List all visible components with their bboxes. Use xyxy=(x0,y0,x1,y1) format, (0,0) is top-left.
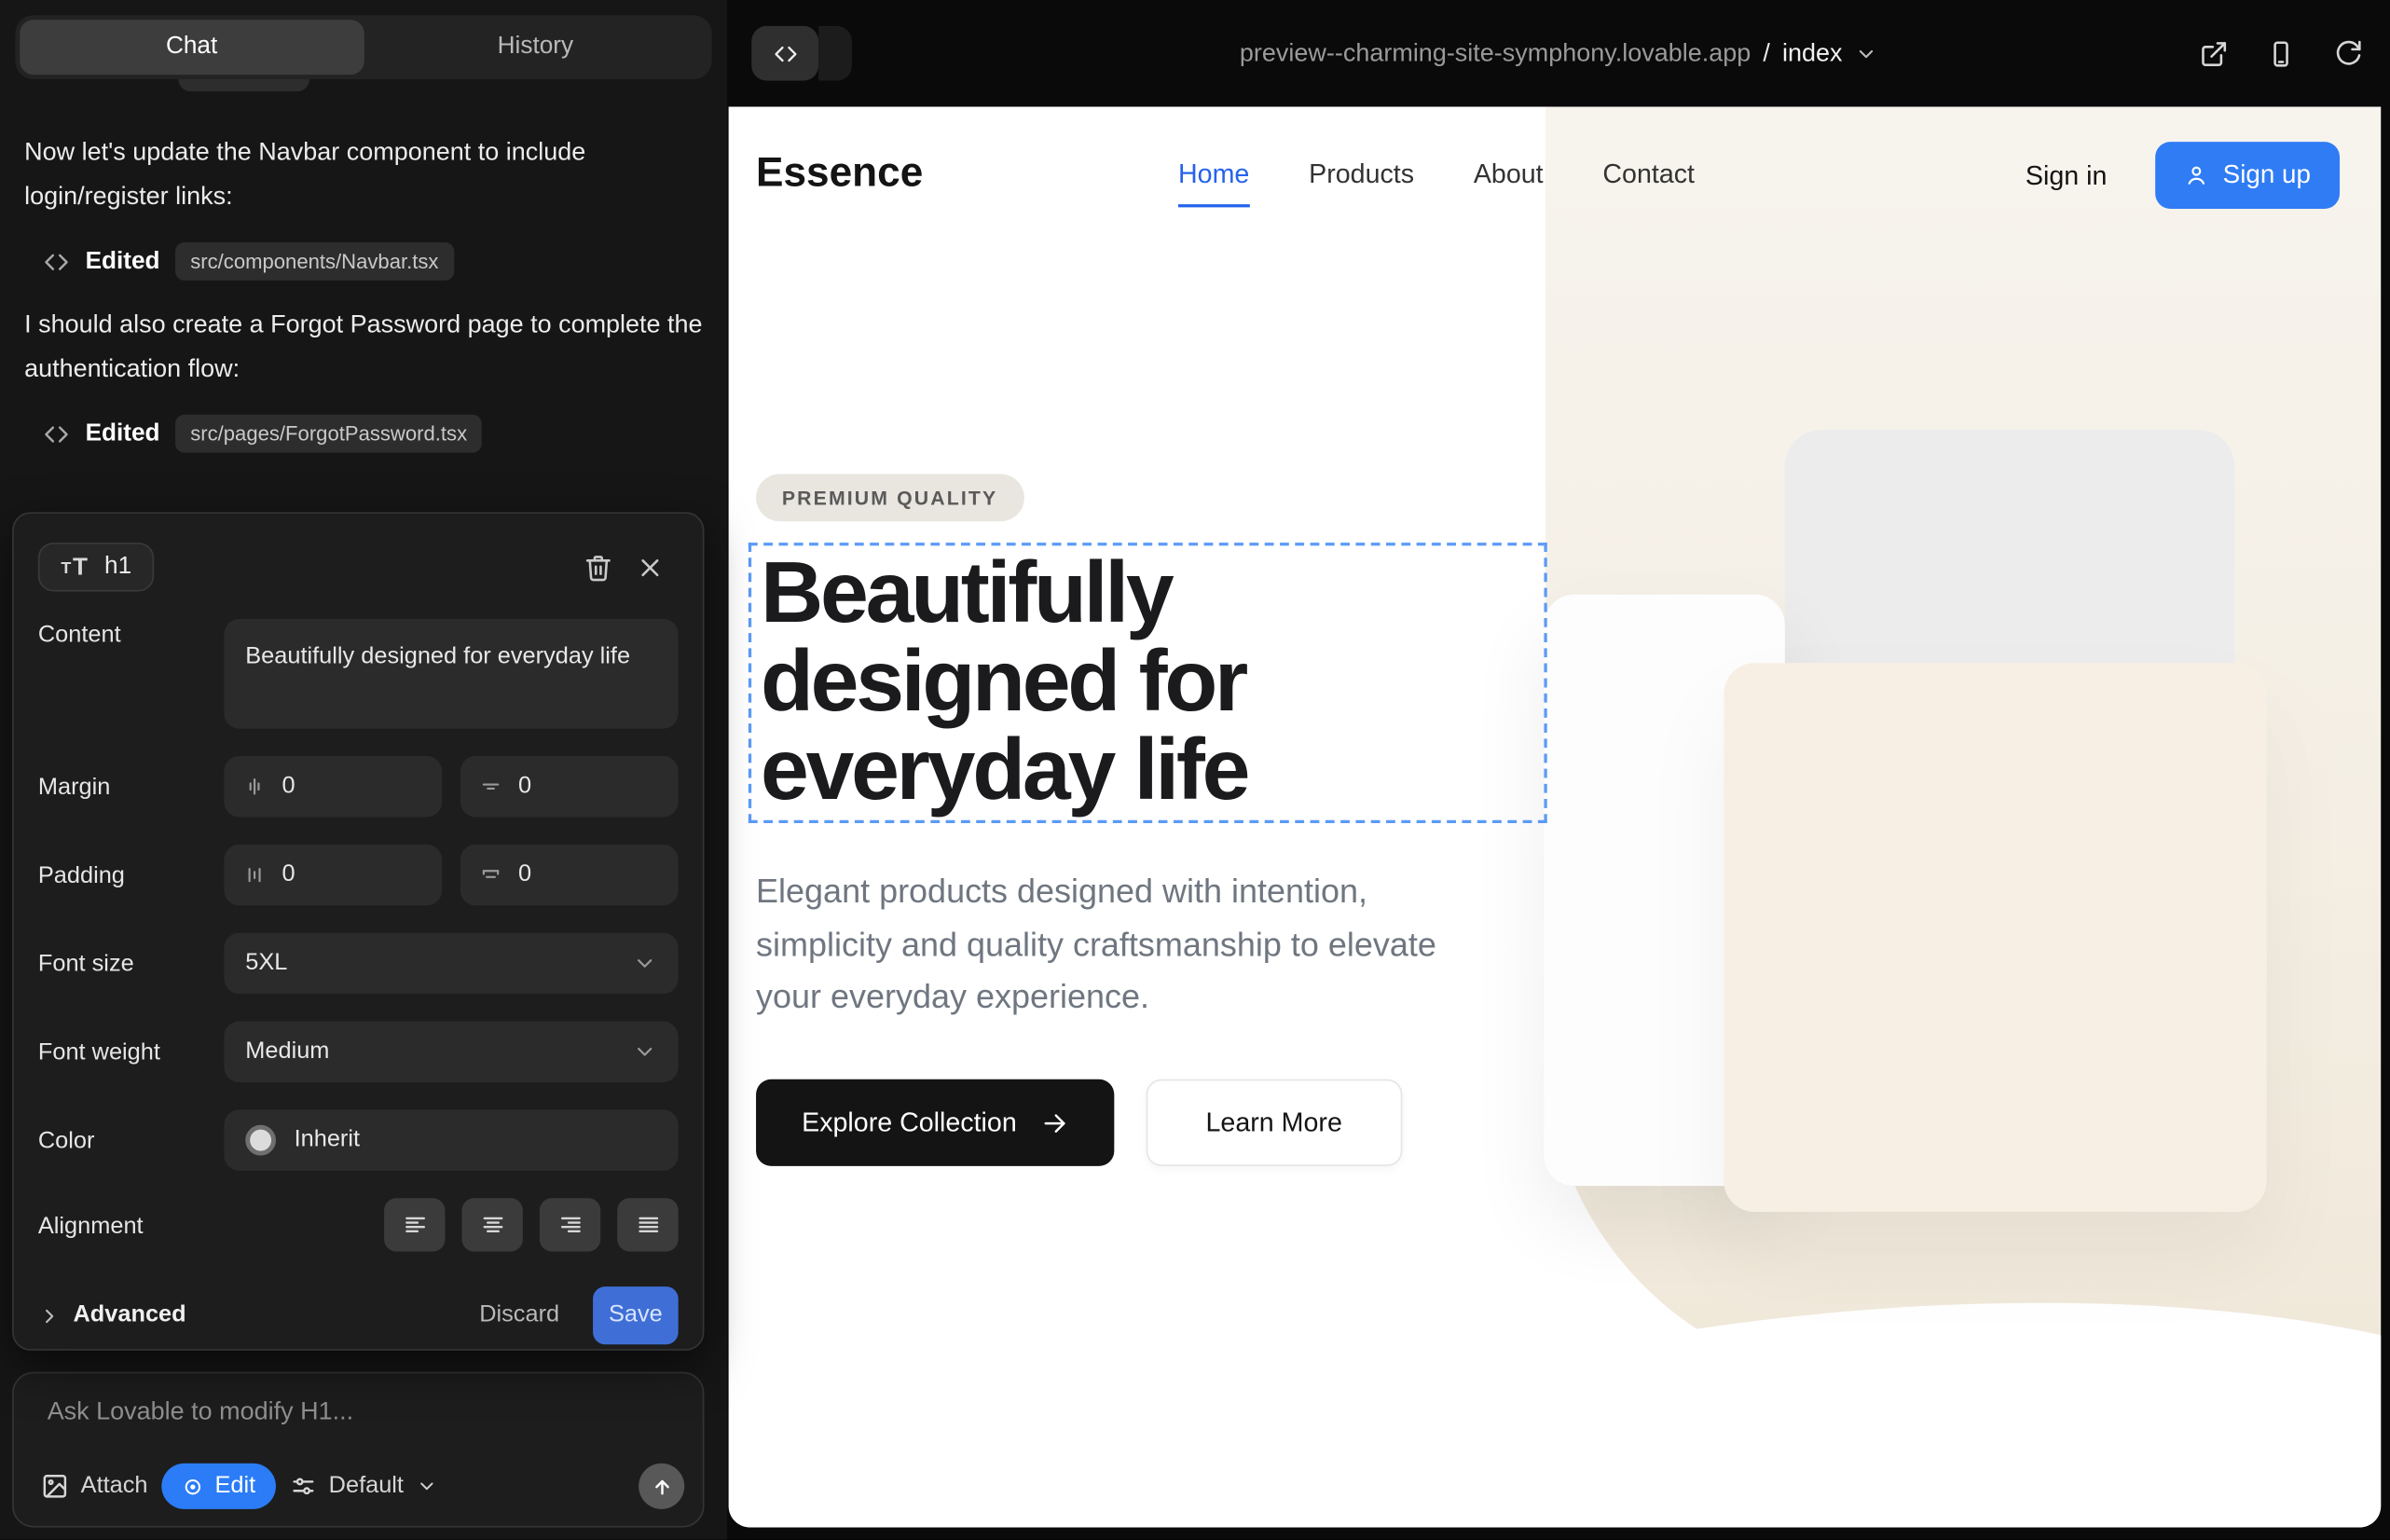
padding-horizontal-icon xyxy=(478,863,502,887)
device-preview-icon[interactable] xyxy=(2267,39,2296,68)
site-logo[interactable]: Essence xyxy=(756,149,923,197)
align-justify-button[interactable] xyxy=(617,1198,678,1251)
align-left-button[interactable] xyxy=(384,1198,445,1251)
target-icon xyxy=(182,1475,205,1498)
open-external-icon[interactable] xyxy=(2200,39,2229,68)
site-viewport: Essence Home Products About Contact Sign… xyxy=(729,106,2382,1527)
assistant-message: I should also create a Forgot Password p… xyxy=(0,303,727,392)
url-separator: / xyxy=(1763,39,1770,68)
chat-input[interactable] xyxy=(48,1397,669,1426)
preview-toolbar: preview--charming-site-symphony.lovable.… xyxy=(727,0,2390,106)
padding-label: Padding xyxy=(38,859,224,890)
margin-horizontal-icon xyxy=(478,775,502,799)
send-button[interactable] xyxy=(639,1464,684,1509)
explore-collection-button[interactable]: Explore Collection xyxy=(756,1079,1114,1166)
app-window: Chat History Now let's update the Navbar… xyxy=(0,0,2390,1540)
chat-sidebar: Chat History Now let's update the Navbar… xyxy=(0,0,727,1540)
premium-quality-badge: PREMIUM QUALITY xyxy=(756,474,1023,522)
chevron-down-icon xyxy=(633,951,657,975)
mode-select[interactable]: Default xyxy=(289,1473,437,1500)
edit-mode-button[interactable]: Edit xyxy=(161,1464,275,1509)
edited-file-row: Edited src/components/Navbar.tsx xyxy=(43,242,703,281)
nav-link-contact[interactable]: Contact xyxy=(1602,158,1695,190)
sidebar-tabs: Chat History xyxy=(15,15,711,79)
arrow-right-icon xyxy=(1041,1109,1068,1136)
font-weight-label: Font weight xyxy=(38,1037,224,1067)
margin-vertical-icon xyxy=(242,775,267,799)
chevron-right-icon xyxy=(38,1304,62,1327)
chat-composer: Attach Edit Default xyxy=(12,1372,704,1528)
align-right-button[interactable] xyxy=(540,1198,600,1251)
preview-pane: preview--charming-site-symphony.lovable.… xyxy=(727,0,2390,1540)
attach-button[interactable]: Attach xyxy=(41,1473,147,1500)
assistant-message: Now let's update the Navbar component to… xyxy=(0,131,727,220)
color-label: Color xyxy=(38,1125,224,1156)
tab-history[interactable]: History xyxy=(364,20,707,75)
margin-label: Margin xyxy=(38,771,224,802)
chevron-down-icon xyxy=(1855,42,1878,65)
align-center-button[interactable] xyxy=(461,1198,522,1251)
code-icon xyxy=(43,419,70,447)
sign-up-button[interactable]: Sign up xyxy=(2156,142,2340,209)
nav-link-products[interactable]: Products xyxy=(1309,158,1414,190)
nav-link-home[interactable]: Home xyxy=(1178,158,1249,190)
attach-icon xyxy=(41,1473,68,1500)
selected-element-pill: TT h1 xyxy=(38,543,155,591)
decor-card-cream xyxy=(1724,663,2266,1212)
edited-label: Edited xyxy=(86,248,160,275)
margin-vertical-input[interactable]: 0 xyxy=(224,756,442,817)
selected-element-outline[interactable]: Beautifully designed for everyday life xyxy=(749,543,1547,823)
chevron-down-icon xyxy=(416,1476,437,1497)
save-button[interactable]: Save xyxy=(593,1286,679,1344)
font-weight-select[interactable]: Medium xyxy=(224,1022,678,1082)
tab-chat[interactable]: Chat xyxy=(20,20,364,75)
hero-paragraph: Elegant products designed with intention… xyxy=(756,866,1506,1024)
code-icon xyxy=(43,248,70,275)
chevron-down-icon xyxy=(633,1039,657,1064)
edited-label: Edited xyxy=(86,419,160,447)
user-icon xyxy=(2185,163,2209,187)
close-panel-button[interactable] xyxy=(624,541,676,593)
code-icon xyxy=(751,26,818,81)
nav-link-about[interactable]: About xyxy=(1474,158,1544,190)
color-select[interactable]: Inherit xyxy=(224,1109,678,1170)
color-swatch xyxy=(245,1125,276,1156)
advanced-toggle[interactable]: Advanced xyxy=(38,1301,186,1328)
delete-element-button[interactable] xyxy=(571,541,624,593)
element-tag: h1 xyxy=(104,554,131,581)
site-navbar: Essence Home Products About Contact Sign… xyxy=(729,106,2382,246)
margin-horizontal-input[interactable]: 0 xyxy=(460,756,679,817)
alignment-label: Alignment xyxy=(38,1210,224,1241)
url-breadcrumb[interactable]: preview--charming-site-symphony.lovable.… xyxy=(1240,39,1877,68)
text-size-icon: TT xyxy=(61,554,89,580)
padding-vertical-input[interactable]: 0 xyxy=(224,845,442,905)
edited-file-row: Edited src/pages/ForgotPassword.tsx xyxy=(43,415,703,453)
discard-button[interactable]: Discard xyxy=(479,1301,559,1328)
file-badge[interactable]: src/pages/ForgotPassword.tsx xyxy=(175,415,483,453)
padding-horizontal-input[interactable]: 0 xyxy=(460,845,679,905)
code-view-toggle[interactable] xyxy=(751,26,852,81)
sliders-icon xyxy=(289,1473,316,1500)
element-editor-panel: TT h1 Content Beautifully designed for e… xyxy=(12,512,704,1350)
font-size-label: Font size xyxy=(38,948,224,979)
learn-more-button[interactable]: Learn More xyxy=(1147,1079,1402,1166)
url-page: index xyxy=(1782,39,1843,68)
content-label: Content xyxy=(38,619,224,650)
font-size-select[interactable]: 5XL xyxy=(224,933,678,994)
refresh-icon[interactable] xyxy=(2333,39,2362,68)
file-badge[interactable]: src/components/Navbar.tsx xyxy=(175,242,454,281)
content-textarea[interactable]: Beautifully designed for everyday life xyxy=(224,619,678,729)
url-host: preview--charming-site-symphony.lovable.… xyxy=(1240,39,1751,68)
sign-in-link[interactable]: Sign in xyxy=(2026,159,2108,191)
padding-vertical-icon xyxy=(242,863,267,887)
hero-heading[interactable]: Beautifully designed for everyday life xyxy=(751,545,1544,817)
